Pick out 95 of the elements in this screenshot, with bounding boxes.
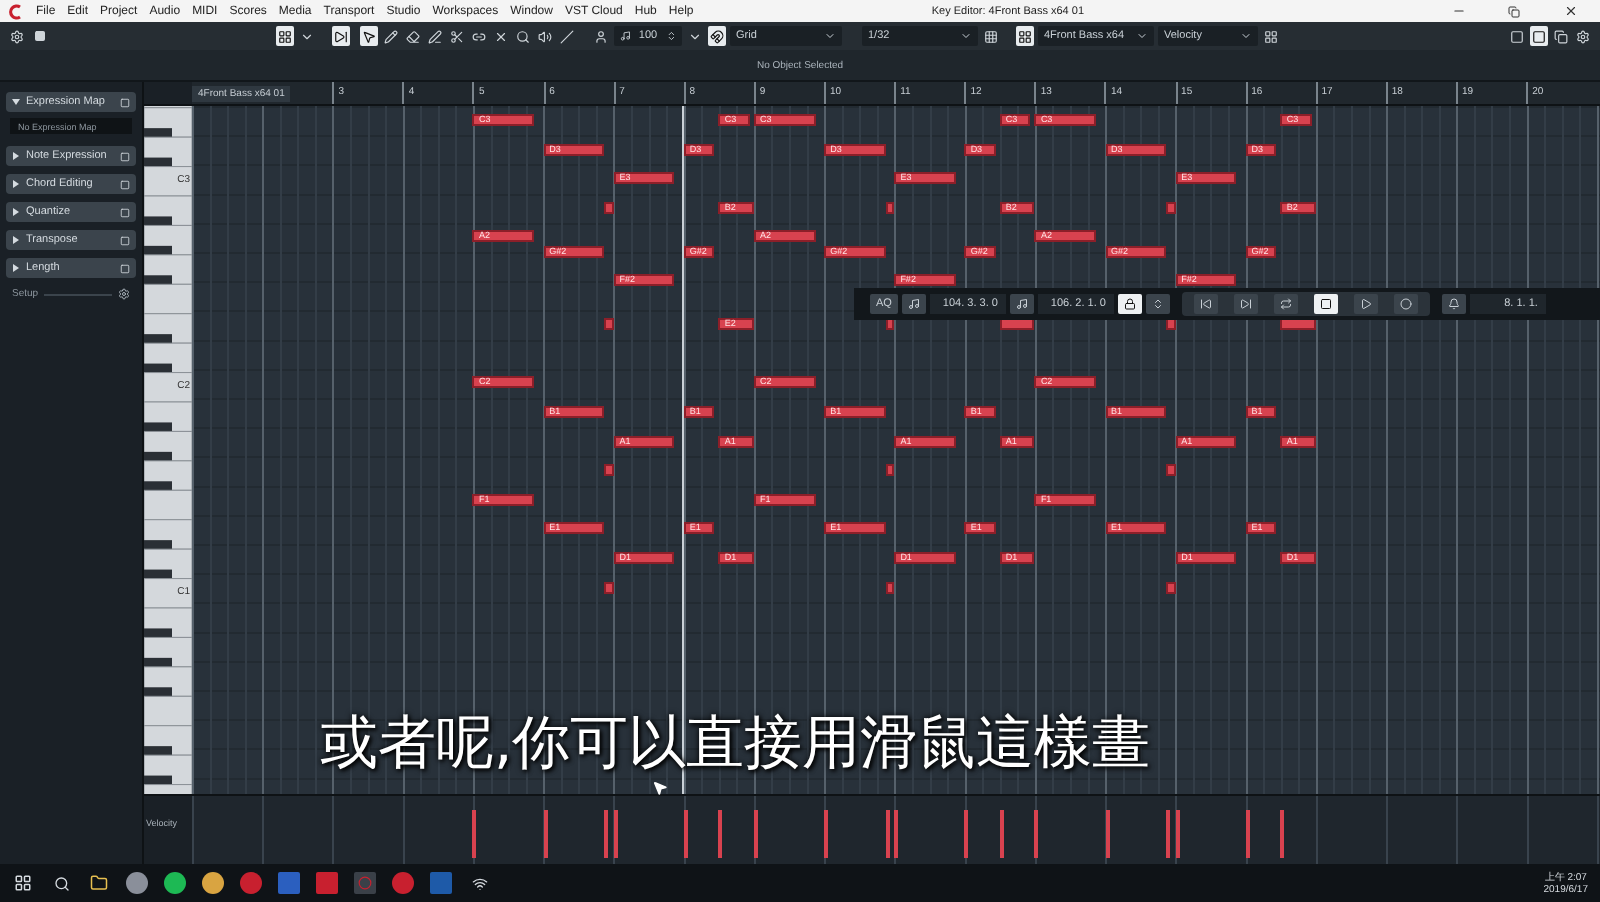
pencil-tool-icon[interactable] <box>382 26 400 46</box>
velocity-bar[interactable] <box>885 810 890 858</box>
app-icon[interactable] <box>202 872 224 894</box>
panel-icon[interactable] <box>1552 26 1570 46</box>
settings-icon[interactable] <box>1574 26 1592 46</box>
grid-icon[interactable] <box>276 26 294 46</box>
square-icon <box>120 263 130 273</box>
zoom-tool-icon[interactable] <box>514 26 532 46</box>
velocity-bar[interactable] <box>964 810 969 858</box>
start-icon <box>1199 298 1212 310</box>
square-icon <box>120 151 130 161</box>
triangle-icon <box>12 264 20 272</box>
marker-button[interactable] <box>1145 294 1170 314</box>
grid-icon[interactable] <box>1016 26 1034 46</box>
app-icon[interactable] <box>126 872 148 894</box>
midi-note[interactable] <box>885 201 895 214</box>
grid-icon[interactable] <box>982 26 1000 46</box>
velocity-bar[interactable] <box>718 810 723 858</box>
square-icon <box>120 97 130 107</box>
line-tool-icon[interactable] <box>426 26 444 46</box>
metronome-button[interactable] <box>1441 294 1466 314</box>
folder-icon[interactable] <box>88 872 110 894</box>
triangle-icon <box>12 152 20 160</box>
play-icon <box>1359 298 1372 310</box>
cycle-button[interactable] <box>1273 294 1298 314</box>
triangle-icon <box>12 236 20 244</box>
record-icon <box>1399 298 1412 310</box>
midi-note[interactable] <box>604 201 614 214</box>
midi-note[interactable] <box>604 464 614 477</box>
magnet-icon[interactable] <box>708 26 726 46</box>
midi-note[interactable] <box>885 581 895 594</box>
bell-icon <box>1447 298 1460 310</box>
triangle-icon <box>12 208 20 216</box>
grid-icon[interactable] <box>1262 26 1280 46</box>
eraser-tool-icon[interactable] <box>404 26 422 46</box>
velocity-bar[interactable] <box>1280 810 1285 858</box>
velocity-bar[interactable] <box>753 810 758 858</box>
skip-forward-icon[interactable] <box>332 26 350 46</box>
app-icon[interactable] <box>164 872 186 894</box>
draw-tool-icon[interactable] <box>558 26 576 46</box>
triangle-icon <box>12 180 20 188</box>
stepper-icon <box>665 30 676 42</box>
square-icon <box>120 235 130 245</box>
caret-icon <box>1136 30 1148 42</box>
square-icon <box>120 179 130 189</box>
piano-keyboard-drawing[interactable] <box>144 106 192 794</box>
app-logo-icon[interactable] <box>8 3 24 19</box>
end-icon <box>1239 298 1252 310</box>
caret-icon <box>960 30 972 42</box>
pointer-tool-icon[interactable] <box>360 26 378 46</box>
caret-icon <box>1240 30 1252 42</box>
note-icon <box>907 298 920 310</box>
velocity-bar[interactable] <box>999 810 1004 858</box>
punch-in-button[interactable] <box>901 294 926 314</box>
search-icon[interactable] <box>50 872 72 894</box>
velocity-bar[interactable] <box>894 810 899 858</box>
velocity-bar[interactable] <box>1034 810 1039 858</box>
stop-icon <box>1319 298 1332 310</box>
punch-out-button[interactable] <box>1009 294 1034 314</box>
midi-note[interactable] <box>604 318 614 331</box>
lock-button[interactable] <box>1117 294 1142 314</box>
note-icon <box>1015 298 1028 310</box>
midi-note[interactable] <box>604 581 614 594</box>
lock-icon <box>1123 298 1136 310</box>
caret-icon <box>824 30 836 42</box>
project-cursor[interactable] <box>681 106 684 794</box>
velocity-bar[interactable] <box>1166 810 1171 858</box>
note-icon <box>620 30 631 42</box>
velocity-bar[interactable] <box>683 810 688 858</box>
midi-note[interactable] <box>1166 201 1176 214</box>
user-icon[interactable] <box>592 26 610 46</box>
triangle-icon <box>12 98 20 106</box>
windows-start-icon[interactable] <box>12 872 34 894</box>
midi-note[interactable] <box>885 464 895 477</box>
velocity-lane[interactable] <box>192 796 1600 864</box>
start-button[interactable] <box>1193 294 1218 314</box>
velocity-bar[interactable] <box>824 810 829 858</box>
end-button[interactable] <box>1233 294 1258 314</box>
midi-note[interactable] <box>1166 581 1176 594</box>
stop-button[interactable] <box>1313 294 1338 314</box>
split-tool-icon[interactable] <box>448 26 466 46</box>
midi-note[interactable] <box>1166 318 1176 331</box>
record-button[interactable] <box>1393 294 1418 314</box>
mouse-pointer-icon <box>652 780 668 796</box>
square-icon[interactable] <box>30 26 48 46</box>
settings-icon[interactable] <box>8 26 26 46</box>
square-icon <box>120 207 130 217</box>
velocity-bar[interactable] <box>472 810 477 858</box>
settings-icon[interactable] <box>118 288 130 300</box>
play-button[interactable] <box>1353 294 1378 314</box>
speaker-tool-icon[interactable] <box>536 26 554 46</box>
velocity-bar[interactable] <box>604 810 609 858</box>
velocity-bar[interactable] <box>1245 810 1250 858</box>
cycle-icon <box>1279 298 1292 310</box>
midi-note[interactable] <box>1166 464 1176 477</box>
